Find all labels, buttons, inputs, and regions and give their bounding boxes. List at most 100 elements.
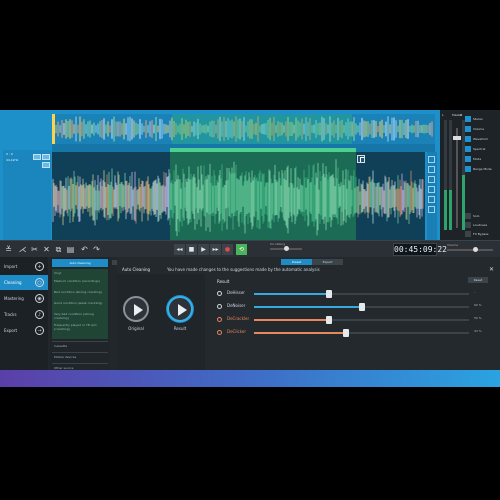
view-volume[interactable]: Volume <box>465 126 484 132</box>
audio-cleaning-app: 0 : 0 44,1kHz L Master R Stereo Volume W… <box>0 110 500 387</box>
main-waveform[interactable] <box>52 148 425 240</box>
module-value: 43 % <box>474 329 482 333</box>
export-icon: → <box>35 326 44 335</box>
track-info-panel: 0 : 0 44,1kHz <box>3 150 51 240</box>
overview-waveform[interactable] <box>52 114 435 144</box>
vertical-zoom-bar[interactable] <box>427 152 437 240</box>
tab-preset[interactable]: Preset <box>281 259 312 265</box>
fit-icon[interactable] <box>42 162 50 168</box>
vzoom-sel-icon[interactable] <box>428 206 435 213</box>
master-fader[interactable] <box>453 128 461 228</box>
expand-selection-icon[interactable] <box>357 155 365 163</box>
nav-mastering[interactable]: Mastering ◉ <box>0 291 48 306</box>
solo-toggle[interactable]: Solo <box>465 213 479 219</box>
module-slider-fill <box>254 332 347 334</box>
loudness-toggle[interactable]: Loudness <box>465 222 487 228</box>
module-name: DeCrackler <box>227 316 250 321</box>
module-row-decrackler: DeCrackler 50 % <box>217 315 492 325</box>
play-icon[interactable]: ▶ <box>198 244 209 255</box>
stereo-icon <box>465 116 471 122</box>
loudness-icon <box>465 222 471 228</box>
undo-icon[interactable]: ↶ <box>80 245 89 254</box>
scrubbing-slider[interactable] <box>270 246 302 251</box>
stop-icon[interactable]: ■ <box>186 244 197 255</box>
scrubbing-label: Scrubbing <box>270 242 286 246</box>
cut-icon[interactable]: ✂ <box>30 245 39 254</box>
preset-group-vinyl[interactable]: Vinyl <box>54 271 106 275</box>
module-slider-knob[interactable] <box>343 329 350 337</box>
fx-bypass-toggle[interactable]: FX Bypass <box>465 231 488 237</box>
play-result-button[interactable] <box>167 296 193 322</box>
module-toggle[interactable] <box>217 330 222 335</box>
vzoom-out-icon[interactable] <box>428 166 435 173</box>
preset-item[interactable]: Frequently played or 78 rpm (crackling) <box>54 323 106 331</box>
markers-icon[interactable]: ⋌ <box>18 245 27 254</box>
copy-icon[interactable]: ⧉ <box>54 245 63 254</box>
module-slider-knob[interactable] <box>358 303 365 311</box>
meter-left-label: L <box>442 113 444 117</box>
overview-selection[interactable] <box>172 114 352 144</box>
module-toggle[interactable] <box>217 304 222 309</box>
volume-knob[interactable] <box>473 247 478 252</box>
view-waveform[interactable]: Waveform <box>465 136 488 142</box>
module-slider[interactable] <box>254 303 469 311</box>
module-slider[interactable] <box>254 316 469 324</box>
preset-group-mobile[interactable]: Mobile devices <box>54 355 106 359</box>
nav-cleaning[interactable]: Cleaning ○ <box>0 275 48 290</box>
preset-item[interactable]: Good condition (weak crackling) <box>54 301 106 305</box>
view-mode[interactable]: Mode <box>465 156 481 162</box>
main-wave-svg <box>52 159 424 237</box>
preset-header[interactable]: Auto Cleaning <box>52 259 108 267</box>
overview-start-marker[interactable] <box>52 114 55 144</box>
module-slider[interactable] <box>254 329 469 337</box>
zoom-out-icon[interactable] <box>42 154 50 160</box>
time-display: 00:45:09:22 <box>393 243 447 256</box>
preset-item[interactable]: Very bad condition (strong crackling) <box>54 312 106 320</box>
analysis-message: You have made changes to the suggestions… <box>167 267 320 272</box>
module-slider-fill <box>254 293 330 295</box>
paste-icon[interactable]: ▤ <box>66 245 75 254</box>
module-value: – <box>474 290 476 294</box>
nav-export[interactable]: Export → <box>0 323 48 338</box>
mixer-toggle-icon[interactable]: ≚ <box>4 245 13 254</box>
scrubbing-knob[interactable] <box>284 246 289 251</box>
module-slider[interactable] <box>254 290 469 298</box>
view-spectral[interactable]: Spectral <box>465 146 485 152</box>
module-slider-fill <box>254 319 330 321</box>
preset-group-cassette[interactable]: Cassette <box>54 344 106 348</box>
redo-icon[interactable]: ↷ <box>92 245 101 254</box>
module-toggle[interactable] <box>217 291 222 296</box>
view-stereo[interactable]: Stereo <box>465 116 483 122</box>
module-slider-knob[interactable] <box>326 316 333 324</box>
fx-bypass-icon <box>465 231 471 237</box>
vzoom-fit-icon[interactable] <box>428 176 435 183</box>
close-icon[interactable]: ✕ <box>489 266 494 273</box>
vzoom-full-icon[interactable] <box>428 196 435 203</box>
delete-icon[interactable]: ✕ <box>42 245 51 254</box>
level-meter-right <box>449 120 452 230</box>
volume-slider[interactable] <box>447 247 493 252</box>
view-range-mode[interactable]: Range Mode <box>465 166 492 172</box>
reset-button[interactable]: Reset <box>468 277 488 283</box>
loop-icon[interactable]: ⟲ <box>236 244 247 255</box>
rewind-icon[interactable]: ◂◂ <box>174 244 185 255</box>
module-slider-knob[interactable] <box>326 290 333 298</box>
nav-tracks[interactable]: Tracks ♪ <box>0 307 48 322</box>
master-fader-knob[interactable] <box>453 136 461 140</box>
preset-item[interactable]: Medium condition (recordings) <box>54 279 106 283</box>
auto-cleaning-title: Auto Cleaning <box>122 267 151 272</box>
nav-import[interactable]: Import + <box>0 259 48 274</box>
tracks-icon: ♪ <box>35 310 44 319</box>
module-toggle[interactable] <box>217 317 222 322</box>
zoom-in-icon[interactable] <box>33 154 41 160</box>
mode-toggle: Preset Expert <box>281 259 343 265</box>
forward-icon[interactable]: ▸▸ <box>210 244 221 255</box>
vzoom-reset-icon[interactable] <box>428 186 435 193</box>
vzoom-in-icon[interactable] <box>428 156 435 163</box>
preset-item[interactable]: Bad condition (strong crackling) <box>54 290 106 294</box>
play-original-button[interactable] <box>123 296 149 322</box>
tab-expert[interactable]: Expert <box>312 259 343 265</box>
record-icon[interactable]: ● <box>222 244 233 255</box>
transport-controls: ◂◂ ■ ▶ ▸▸ ● ⟲ <box>174 244 254 255</box>
divider <box>52 352 108 353</box>
